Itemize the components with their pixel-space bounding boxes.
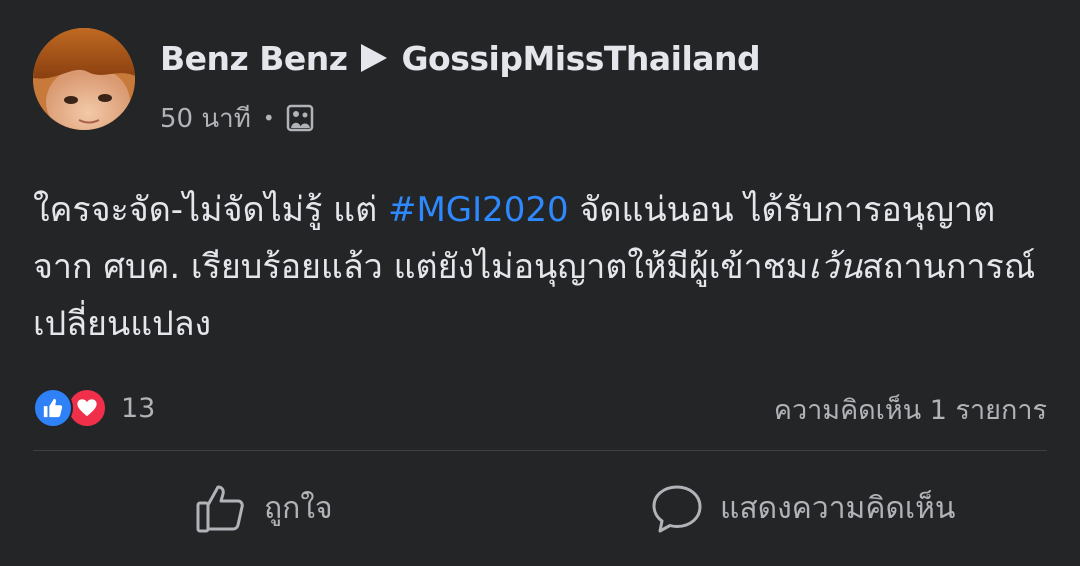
hashtag-link[interactable]: #MGI2020 [388, 190, 569, 230]
comment-button[interactable]: แสดงความคิดเห็น [650, 478, 955, 538]
author-line: Benz Benz GossipMissThailand [160, 36, 761, 80]
post-card: Benz Benz GossipMissThailand 50 นาที • ใ… [0, 0, 1080, 566]
photo-icon [285, 103, 315, 133]
post-text-italic: เว้น [808, 247, 863, 287]
post-text: ใครจะจัด-ไม่จัดไม่รู้ แต่ #MGI2020 จัดแน… [33, 182, 1043, 353]
divider [33, 450, 1047, 451]
post-timestamp[interactable]: 50 นาที [160, 98, 251, 139]
like-icon [33, 388, 73, 428]
author-name[interactable]: Benz Benz [160, 39, 348, 78]
post-text-part: ใครจะจัด-ไม่จัดไม่รู้ แต่ [33, 190, 388, 230]
post-meta: 50 นาที • [160, 98, 315, 138]
comment-label: แสดงความคิดเห็น [720, 490, 956, 526]
reactions-summary[interactable]: 13 [33, 387, 155, 429]
thumbs-up-icon [194, 481, 248, 535]
comment-bubble-icon [650, 481, 704, 535]
reaction-count: 13 [121, 392, 156, 424]
comment-count-link[interactable]: ความคิดเห็น 1 รายการ [774, 388, 1047, 430]
author-avatar[interactable] [33, 28, 135, 130]
group-name[interactable]: GossipMissThailand [401, 39, 760, 78]
arrow-right-icon [361, 44, 388, 72]
like-label: ถูกใจ [264, 490, 333, 526]
avatar-image [33, 28, 135, 130]
meta-separator: • [262, 106, 275, 130]
love-icon [67, 388, 107, 428]
like-button[interactable]: ถูกใจ [194, 478, 333, 538]
